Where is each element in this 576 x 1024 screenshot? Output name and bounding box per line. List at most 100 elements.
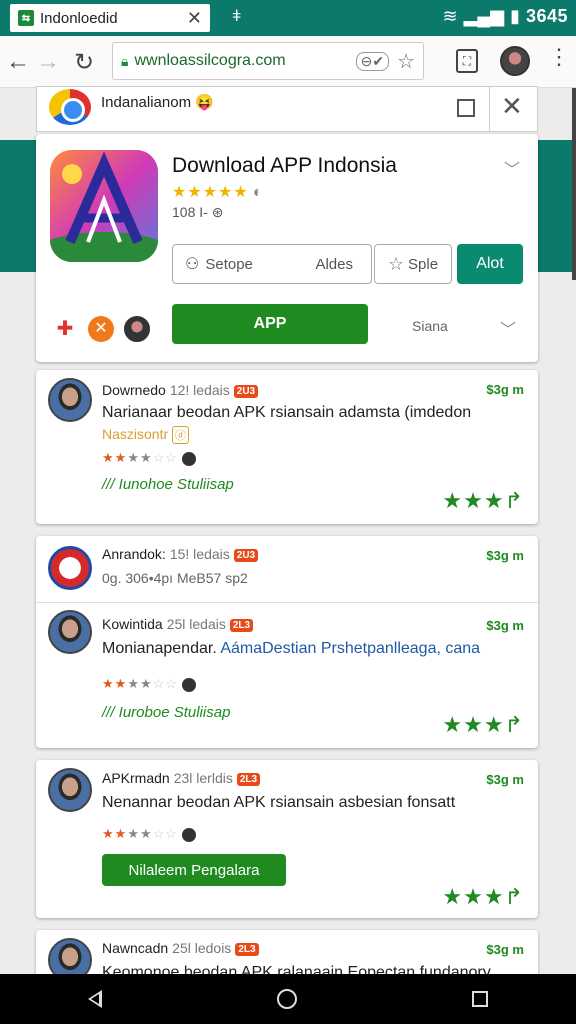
chrome-logo-icon bbox=[49, 89, 91, 125]
review-card[interactable]: APKrmadn 23l lerldis 2L3 $3g m Nenannar be… bbox=[36, 760, 538, 918]
menu-dots-icon[interactable]: ⋮ bbox=[548, 46, 570, 68]
maximize-icon[interactable] bbox=[457, 99, 475, 117]
android-nav-bar bbox=[0, 974, 576, 1024]
review-link[interactable]: AámaDestian Prshetpanlleaga, cana bbox=[220, 640, 480, 657]
status-badge: 2U3 bbox=[233, 548, 259, 562]
file-size: $3g m bbox=[486, 548, 524, 563]
review-author: Anrandok: 15! ledais 2U3 bbox=[102, 546, 259, 562]
review-author: APKrmadn 23l lerldis 2L3 bbox=[102, 770, 261, 786]
star-button-label: Sple bbox=[408, 255, 439, 273]
review-time: 23l lerldis bbox=[173, 770, 233, 786]
app-meta: 108 I- ⊛ bbox=[172, 204, 224, 220]
review-subtitle: Naszisontr ⓓ bbox=[102, 426, 190, 444]
chevron-down-icon[interactable]: ﹀ bbox=[504, 156, 520, 180]
reader-mode-icon[interactable]: ⊖✔ bbox=[355, 51, 390, 71]
user-dot-icon bbox=[181, 451, 196, 466]
recents-square-icon[interactable] bbox=[472, 991, 489, 1007]
reload-icon[interactable]: ↻ bbox=[66, 44, 102, 80]
extension-icon[interactable]: ⛶ bbox=[456, 49, 478, 73]
review-stars: ★★★★☆☆ bbox=[102, 826, 196, 842]
review-time: 25l ledais bbox=[166, 616, 226, 632]
star-button[interactable]: ☆ Sple bbox=[374, 244, 452, 284]
popup-header: Indanalianom 😝 ✕ bbox=[36, 86, 538, 132]
app-logo-icon bbox=[50, 150, 158, 262]
status-bar: ⇆ Indonloedid ✕ ǂ ≋ ▂▄▆ ▮ 3645 bbox=[0, 0, 576, 36]
pengalara-label: Nilaleem Pengalara bbox=[128, 861, 260, 879]
review-time: 15! ledais bbox=[169, 546, 230, 562]
user-avatar-icon[interactable] bbox=[124, 316, 150, 342]
mini-icons-row: ✚ ✕ bbox=[52, 316, 150, 342]
rating-icons: ★★★↱ bbox=[442, 884, 524, 909]
close-icon[interactable]: ✕ bbox=[501, 91, 523, 122]
chevron-down-icon[interactable]: ﹀ bbox=[500, 316, 516, 340]
review-author: Kowintida 25l ledais 2L3 bbox=[102, 616, 254, 632]
status-badge: 2L3 bbox=[229, 618, 254, 632]
person-icon: ⚇ bbox=[185, 256, 200, 273]
bookmark-star-icon[interactable]: ☆ bbox=[397, 49, 415, 74]
app-download-button[interactable]: APP bbox=[172, 304, 368, 344]
author-name: Dowrnedo bbox=[102, 382, 166, 398]
avatar bbox=[48, 768, 92, 812]
system-icons: ≋ ▂▄▆ ▮ 3645 bbox=[443, 6, 569, 27]
user-dot-icon bbox=[181, 677, 196, 692]
url-text: wwnloassilcogra.com bbox=[134, 52, 286, 69]
file-size: $3g m bbox=[486, 618, 524, 633]
clock: 3645 bbox=[525, 6, 568, 26]
review-author: Nawncadn 25l ledois 2L3 bbox=[102, 940, 259, 956]
tab-title: Indonloedid bbox=[40, 9, 118, 27]
author-name: APKrmadn bbox=[102, 770, 170, 786]
review-card[interactable]: Anrandok: 15! ledais 2U3 $3g m 0g. 306•4pı… bbox=[36, 536, 538, 748]
review-time: 12! ledais bbox=[169, 382, 230, 398]
tab-close-icon[interactable]: ✕ bbox=[187, 8, 202, 29]
rating-icons: ★★★↱ bbox=[442, 488, 524, 513]
app-title: Download APP Indonsia bbox=[172, 154, 397, 177]
alot-button[interactable]: Alot bbox=[457, 244, 523, 284]
author-name: Anrandok: bbox=[102, 546, 166, 562]
signal-icon: ▂▄▆ bbox=[463, 6, 505, 26]
setup-label: Setope bbox=[205, 255, 253, 273]
setup-secondary-label: Aldes bbox=[315, 255, 353, 273]
browser-toolbar: ← → ↻ 🔒︎ wwnloassilcogra.com ⊖✔ ☆ ⛶ ⋮ bbox=[0, 36, 576, 88]
home-circle-icon[interactable] bbox=[276, 989, 297, 1009]
review-text-plain: Monianapendar. bbox=[102, 640, 217, 657]
review-card[interactable]: Dowrnedo 12! ledais 2U3 $3g m Narianaar be… bbox=[36, 370, 538, 524]
divider bbox=[489, 87, 490, 131]
divider bbox=[36, 602, 538, 603]
review-text: Monianapendar. AámaDestian Prshetpanllea… bbox=[102, 640, 480, 658]
review-tag[interactable]: /// Iuroboe Stuliisap bbox=[102, 704, 230, 721]
author-name: Nawncadn bbox=[102, 940, 169, 956]
review-text: Narianaar beodan APK rsiansain adamsta (… bbox=[102, 404, 472, 421]
address-bar[interactable]: 🔒︎ wwnloassilcogra.com ⊖✔ ☆ bbox=[112, 42, 424, 80]
subtitle-text: Naszisontr bbox=[102, 426, 169, 442]
review-meta: 0g. 306•4pı MeB57 sp2 bbox=[102, 570, 248, 586]
review-text: Nenannar beodan APK rsiansain asbesian f… bbox=[102, 794, 456, 811]
status-badge: 2U3 bbox=[233, 384, 259, 398]
tab-favicon-icon: ⇆ bbox=[18, 10, 34, 26]
user-dot-icon bbox=[181, 827, 196, 842]
file-size: $3g m bbox=[486, 942, 524, 957]
popup-title: Indanalianom 😝 bbox=[101, 94, 214, 111]
battery-icon: ▮ bbox=[510, 6, 520, 26]
orange-badge-icon[interactable]: ✕ bbox=[88, 316, 114, 342]
avatar bbox=[48, 610, 92, 654]
browser-tab[interactable]: ⇆ Indonloedid ✕ bbox=[10, 4, 210, 32]
setup-button[interactable]: ⚇ Setope Aldes bbox=[172, 244, 372, 284]
rating-icons: ★★★↱ bbox=[442, 712, 524, 737]
alot-label: Alot bbox=[476, 255, 504, 272]
siana-label: Siana bbox=[412, 318, 448, 334]
profile-avatar[interactable] bbox=[500, 46, 530, 76]
review-author: Dowrnedo 12! ledais 2U3 bbox=[102, 382, 259, 398]
forward-arrow-icon[interactable]: → bbox=[30, 44, 66, 80]
avatar bbox=[48, 378, 92, 422]
stars-text: ★★★★★ bbox=[172, 184, 249, 201]
star-outline-icon: ☆ bbox=[387, 253, 405, 274]
file-size: $3g m bbox=[486, 772, 524, 787]
pengalara-button[interactable]: Nilaleem Pengalara bbox=[102, 854, 286, 886]
review-tag[interactable]: /// Iunohoe Stuliisap bbox=[102, 476, 234, 493]
publisher-logo-icon bbox=[48, 546, 92, 590]
puzzle-icon[interactable]: ✚ bbox=[52, 316, 78, 342]
review-stars: ★★★★☆☆ bbox=[102, 450, 196, 466]
app-rating-stars: ★★★★★ ◐ bbox=[172, 182, 263, 202]
scrollbar[interactable] bbox=[572, 88, 576, 280]
back-triangle-icon[interactable] bbox=[87, 990, 102, 1008]
